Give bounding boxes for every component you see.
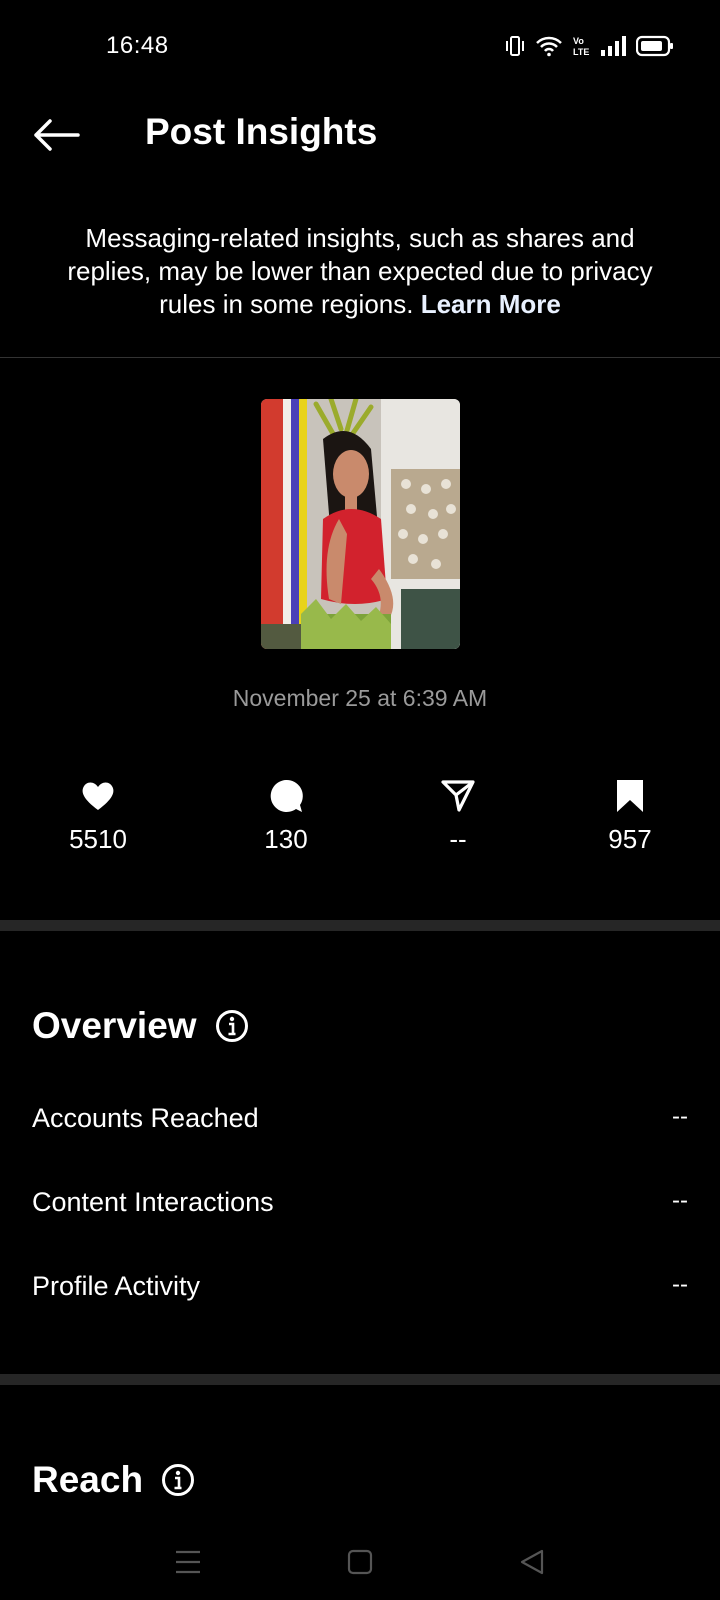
svg-text:LTE: LTE (573, 47, 589, 57)
row-label: Profile Activity (32, 1271, 201, 1301)
status-bar: 16:48 Vo LTE (0, 0, 720, 90)
page-title: Post Insights (145, 111, 378, 152)
status-time: 16:48 (106, 32, 169, 59)
wifi-icon (536, 35, 562, 57)
privacy-notice: Messaging-related insights, such as shar… (40, 222, 680, 321)
back-nav-button[interactable] (512, 1542, 552, 1582)
post-date: November 25 at 6:39 AM (232, 685, 488, 711)
comments-metric: 130 (216, 778, 356, 855)
back-arrow-icon (34, 119, 80, 151)
row-value: -- (672, 1271, 688, 1298)
back-triangle-icon (520, 1549, 544, 1575)
info-icon[interactable] (161, 1463, 195, 1497)
post-metrics: 5510 130 -- 957 (0, 778, 720, 858)
bookmark-icon (617, 780, 643, 812)
volte-icon: Vo LTE (572, 35, 590, 57)
share-icon (441, 780, 475, 812)
accounts-reached-row[interactable]: Accounts Reached -- (32, 1103, 688, 1134)
row-label: Accounts Reached (32, 1103, 259, 1133)
vibrate-icon (504, 35, 526, 57)
system-nav-bar (0, 1520, 720, 1600)
notice-text: Messaging-related insights, such as shar… (67, 223, 653, 319)
home-nav-button[interactable] (340, 1542, 380, 1582)
app-header: Post Insights (0, 90, 720, 180)
info-icon[interactable] (215, 1009, 249, 1043)
row-value: -- (672, 1103, 688, 1130)
row-value: -- (672, 1187, 688, 1214)
signal-icon (600, 35, 626, 57)
overview-title: Overview (32, 1005, 197, 1046)
back-button[interactable] (30, 110, 82, 160)
divider (0, 357, 720, 358)
likes-count: 5510 (69, 824, 127, 854)
row-label: Content Interactions (32, 1187, 274, 1217)
learn-more-link[interactable]: Learn More (421, 289, 561, 319)
section-divider (0, 1374, 720, 1385)
heart-icon (82, 782, 114, 810)
menu-nav-button[interactable] (168, 1542, 208, 1582)
shares-metric: -- (388, 778, 528, 855)
svg-text:Vo: Vo (573, 36, 584, 46)
shares-count: -- (449, 824, 467, 854)
comment-icon (270, 779, 303, 812)
comments-count: 130 (264, 824, 308, 854)
saves-metric: 957 (560, 778, 700, 855)
reach-section-title: Reach (32, 1459, 195, 1501)
status-icons: Vo LTE (504, 32, 674, 60)
menu-icon (176, 1550, 200, 1574)
saves-count: 957 (608, 824, 652, 854)
content-interactions-row[interactable]: Content Interactions -- (32, 1187, 688, 1218)
post-thumbnail[interactable] (261, 399, 460, 649)
battery-icon (636, 35, 674, 57)
section-divider (0, 920, 720, 931)
reach-title: Reach (32, 1459, 144, 1500)
likes-metric: 5510 (28, 778, 168, 855)
home-square-icon (347, 1549, 373, 1575)
overview-section-title: Overview (32, 1005, 249, 1047)
profile-activity-row[interactable]: Profile Activity -- (32, 1271, 688, 1302)
